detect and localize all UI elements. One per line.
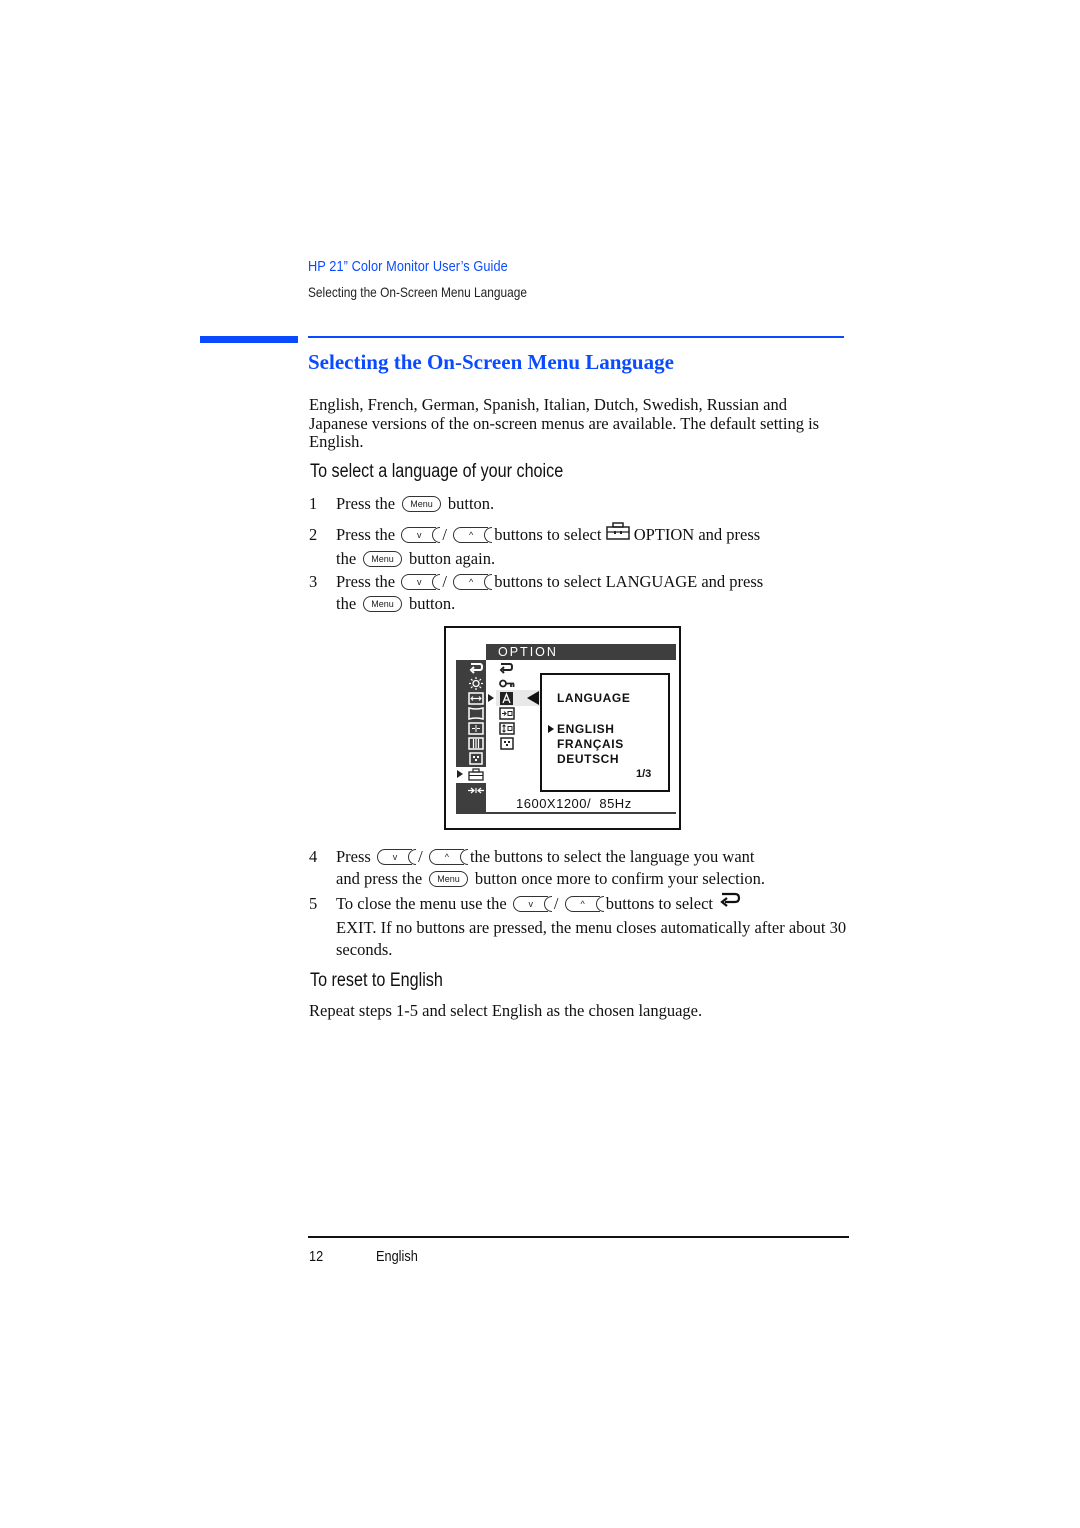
down-key-icon: v [401, 574, 437, 591]
step-4: 4 Press v / ^ the buttons to select the … [309, 846, 854, 890]
step-text: the [336, 594, 357, 613]
step-2: 2 Press the v / ^ buttons to select OPTI… [309, 522, 854, 570]
step-text: buttons to select LANGUAGE and press [494, 572, 764, 591]
osd-language-icon [500, 692, 513, 705]
up-key-icon: ^ [428, 849, 464, 866]
osd-exit-icon [469, 663, 484, 674]
osd-v-position-icon [499, 722, 515, 735]
step-1: 1 Press the Menu button. [309, 493, 854, 515]
up-key-icon: ^ [453, 574, 489, 591]
procedure-heading: To select a language of your choice [310, 461, 564, 482]
section-rule [308, 336, 844, 338]
step-number: 1 [309, 494, 318, 513]
osd-moire-icon [469, 752, 483, 765]
reset-heading: To reset to English [310, 970, 443, 991]
step-text: Press the [336, 525, 396, 544]
osd-geometry-icon [468, 707, 484, 720]
osd-brightness-icon [469, 677, 483, 690]
osd-pointer-icon [457, 770, 463, 778]
down-key-icon: v [512, 896, 548, 913]
step-5: 5 To close the menu use the v / ^ button… [309, 893, 854, 961]
step-text: buttons to select [605, 894, 713, 913]
osd-submenu-title: LANGUAGE [557, 691, 631, 705]
toolbox-icon [605, 522, 630, 546]
step-text: the buttons to select the language you w… [469, 847, 755, 866]
step-text: Press the [336, 494, 396, 513]
osd-resolution-status: 1600X1200/ 85Hz [516, 796, 632, 811]
step-text: EXIT. If no buttons are pressed, the men… [336, 918, 847, 960]
menu-key-icon: Menu [402, 496, 441, 513]
section-title: Selecting the On-Screen Menu Language [308, 350, 674, 374]
menu-key-icon: Menu [363, 551, 402, 568]
up-key-icon: ^ [453, 527, 489, 544]
osd-option-deutsch: DEUTSCH [557, 752, 620, 766]
step-text: buttons to select [494, 525, 602, 544]
step-number: 3 [309, 572, 318, 591]
menu-key-icon: Menu [363, 596, 402, 613]
separator: / [442, 572, 447, 591]
step-text: button. [447, 494, 495, 513]
osd-pointer-icon [488, 694, 494, 702]
osd-option-icon [468, 768, 484, 781]
footer-rule [308, 1236, 849, 1238]
osd-header: OPTION [486, 644, 676, 660]
reset-text: Repeat steps 1-5 and select English as t… [309, 1001, 703, 1020]
section-marker [200, 336, 298, 343]
osd-submenu-pointer-icon [527, 691, 539, 705]
step-text: Press [336, 847, 371, 866]
guide-title: HP 21” Color Monitor User’s Guide [308, 258, 508, 275]
step-text: To close the menu use the [336, 894, 507, 913]
up-key-icon: ^ [564, 896, 600, 913]
osd-bottom-bar [456, 812, 676, 814]
exit-return-icon [717, 891, 743, 915]
osd-color-icon [468, 737, 484, 750]
step-text: button. [408, 594, 456, 613]
step-text: and press the [336, 869, 423, 888]
menu-key-icon: Menu [429, 871, 468, 888]
intro-paragraph: English, French, German, Spanish, Italia… [309, 395, 820, 451]
separator: / [442, 525, 447, 544]
page-number: 12 [309, 1248, 324, 1265]
osd-selection-pointer-icon [548, 725, 554, 733]
osd-reset-icon [468, 787, 484, 794]
osd-option-english: ENGLISH [557, 722, 615, 736]
osd-page-indicator: 1/3 [636, 768, 652, 780]
down-key-icon: v [376, 849, 412, 866]
running-section-title: Selecting the On-Screen Menu Language [308, 284, 527, 300]
down-key-icon: v [401, 527, 437, 544]
separator: / [418, 847, 423, 866]
osd-degauss-icon [500, 737, 514, 750]
osd-size-icon [468, 692, 484, 705]
step-text: Press the [336, 572, 396, 591]
osd-convergence-icon [468, 722, 484, 735]
step-text: OPTION and press [633, 525, 761, 544]
separator: / [553, 894, 559, 913]
osd-option-francais: FRANÇAIS [557, 737, 624, 751]
step-text: button once more to confirm your selecti… [474, 869, 765, 888]
step-text: the [336, 549, 357, 569]
footer-language: English [376, 1248, 418, 1265]
step-text: button again. [408, 549, 496, 569]
step-number: 2 [309, 525, 318, 544]
step-number: 5 [309, 894, 318, 913]
osd-option-exit-icon [499, 663, 514, 674]
step-number: 4 [309, 847, 318, 866]
osd-h-position-icon [499, 707, 515, 720]
osd-key-lock-icon [499, 679, 515, 688]
step-3: 3 Press the v / ^ buttons to select LANG… [309, 571, 854, 615]
